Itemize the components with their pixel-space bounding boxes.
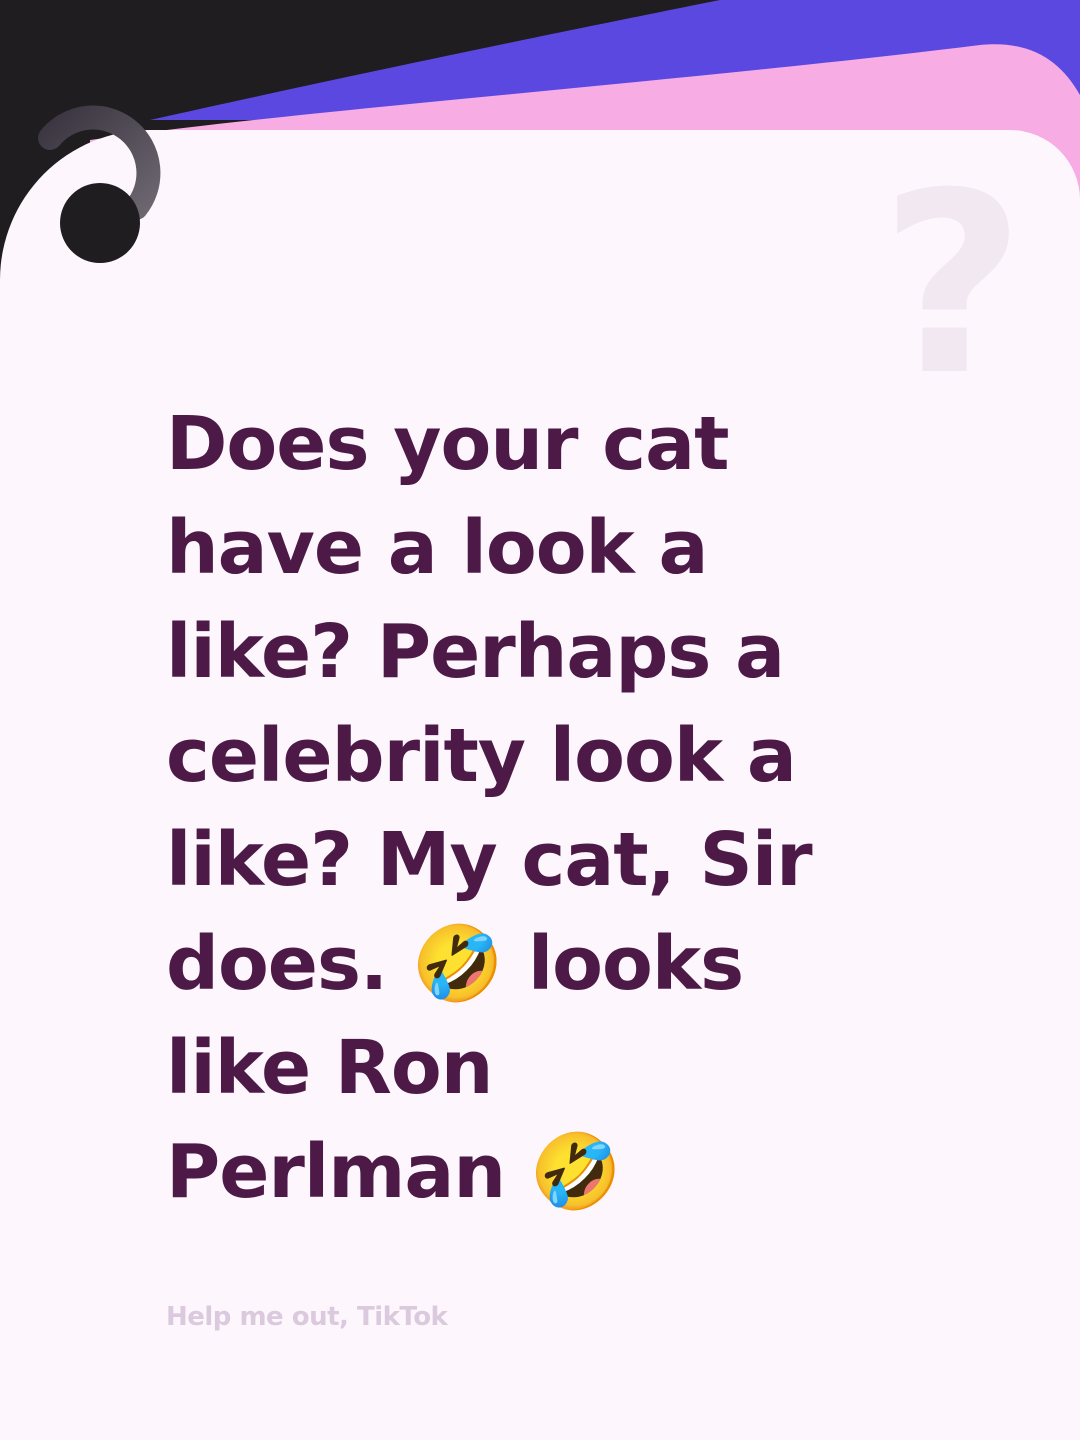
question-card-screen: ? Does your cat have a look a like? Perh… xyxy=(0,0,1080,1440)
question-mark-icon xyxy=(38,105,161,263)
faint-question-mark-icon: ? xyxy=(880,139,1026,430)
footer-caption: Help me out, TikTok xyxy=(166,1302,448,1332)
question-text: Does your cat have a look a like? Perhap… xyxy=(166,401,813,1215)
